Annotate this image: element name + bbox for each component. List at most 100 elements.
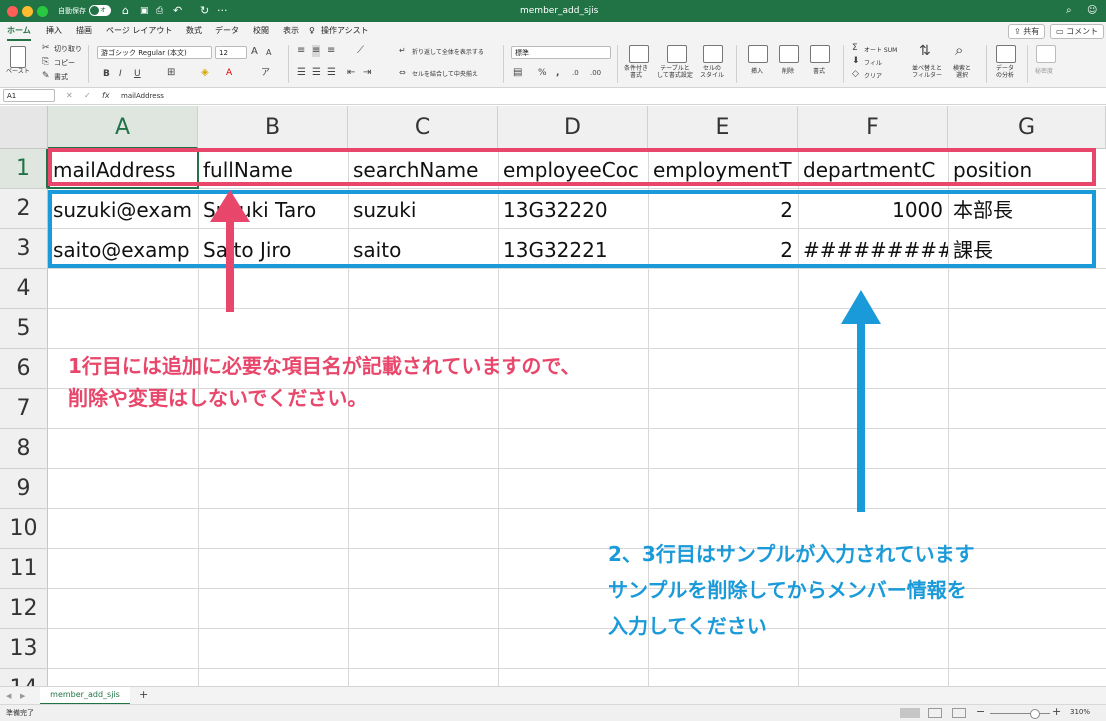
function-icon[interactable]: fx	[102, 90, 110, 102]
format-as-table-icon[interactable]	[667, 45, 687, 63]
format-cells-button[interactable]: 書式	[813, 68, 825, 75]
account-icon[interactable]: ☺	[1087, 3, 1097, 19]
format-painter-icon[interactable]: ✎	[42, 70, 50, 82]
analyze-data-button[interactable]: データ の分析	[996, 65, 1014, 79]
tab-insert[interactable]: 挿入	[46, 22, 62, 39]
align-bottom-icon[interactable]: ≡	[327, 45, 335, 57]
column-header-c[interactable]: C	[348, 106, 498, 149]
normal-view-button[interactable]	[900, 708, 920, 718]
tab-home[interactable]: ホーム	[7, 22, 31, 41]
find-select-icon[interactable]: ⌕	[955, 43, 963, 58]
column-header-d[interactable]: D	[498, 106, 648, 149]
decrease-indent-icon[interactable]: ⇤	[347, 67, 355, 79]
cell-styles-icon[interactable]	[703, 45, 723, 63]
delete-cells-icon[interactable]	[779, 45, 799, 63]
tab-draw[interactable]: 描画	[76, 22, 92, 39]
tab-data[interactable]: データ	[215, 22, 239, 39]
sensitivity-icon[interactable]	[1036, 45, 1056, 63]
sort-filter-icon[interactable]: ⇅	[919, 44, 931, 58]
zoom-window-button[interactable]	[37, 6, 48, 17]
comment-button[interactable]: ▭ コメント	[1050, 24, 1105, 39]
align-right-icon[interactable]: ☰	[327, 67, 336, 79]
column-header-a[interactable]: A	[48, 106, 198, 149]
column-header-e[interactable]: E	[648, 106, 798, 149]
delete-cells-button[interactable]: 削除	[782, 68, 794, 75]
conditional-format-icon[interactable]	[629, 45, 649, 63]
phonetic-icon[interactable]: ア	[261, 67, 270, 79]
row-header-6[interactable]: 6	[0, 349, 48, 389]
clear-button[interactable]: クリア	[864, 71, 882, 80]
column-header-g[interactable]: G	[948, 106, 1106, 149]
format-as-table-button[interactable]: テーブルと して書式設定	[657, 65, 693, 79]
bold-button[interactable]: B	[103, 68, 110, 80]
row-header-4[interactable]: 4	[0, 269, 48, 309]
format-painter-label[interactable]: 書式	[54, 72, 68, 82]
more-icon[interactable]: ···	[217, 3, 228, 19]
merge-center-button[interactable]: セルを結合して中央揃え	[412, 69, 478, 78]
zoom-slider[interactable]	[990, 713, 1050, 714]
row-header-13[interactable]: 13	[0, 629, 48, 669]
tell-me-search[interactable]: 操作アシスト	[321, 22, 369, 39]
font-color-icon[interactable]: A	[226, 67, 232, 79]
row-header-11[interactable]: 11	[0, 549, 48, 589]
cut-label[interactable]: 切り取り	[54, 44, 82, 54]
autosum-button[interactable]: オート SUM	[864, 45, 897, 54]
page-break-view-button[interactable]	[952, 708, 966, 718]
cut-icon[interactable]: ✂	[42, 42, 50, 54]
next-sheet-icon[interactable]: ▶	[20, 690, 25, 702]
tab-review[interactable]: 校閲	[253, 22, 269, 39]
search-icon[interactable]: ⌕	[1066, 3, 1072, 19]
sheet-tab-member-add-sjis[interactable]: member_add_sjis	[40, 687, 130, 705]
close-window-button[interactable]	[7, 6, 18, 17]
wrap-text-icon[interactable]: ↵	[399, 45, 406, 57]
format-cells-icon[interactable]	[810, 45, 830, 63]
cancel-icon[interactable]: ✕	[66, 90, 73, 102]
italic-button[interactable]: I	[119, 68, 122, 80]
select-all-corner[interactable]	[0, 106, 48, 149]
autosave-toggle[interactable]: オフ	[89, 5, 111, 25]
accounting-format-icon[interactable]: ▤	[513, 67, 522, 79]
fill-button[interactable]: フィル	[864, 58, 882, 67]
row-header-10[interactable]: 10	[0, 509, 48, 549]
zoom-out-button[interactable]: −	[976, 706, 985, 718]
comma-button[interactable]: ,	[556, 67, 559, 79]
enter-icon[interactable]: ✓	[84, 90, 91, 102]
tab-page-layout[interactable]: ページ レイアウト	[106, 22, 172, 39]
row-header-9[interactable]: 9	[0, 469, 48, 509]
minimize-window-button[interactable]	[22, 6, 33, 17]
clear-icon[interactable]: ◇	[852, 68, 859, 80]
find-select-button[interactable]: 検索と 選択	[953, 65, 971, 79]
conditional-format-button[interactable]: 条件付き 書式	[624, 65, 648, 79]
tab-formulas[interactable]: 数式	[186, 22, 202, 39]
row-header-1[interactable]: 1	[0, 149, 48, 189]
align-middle-icon[interactable]: ≡	[312, 45, 321, 57]
column-header-b[interactable]: B	[198, 106, 348, 149]
add-sheet-button[interactable]: +	[139, 689, 148, 701]
copy-label[interactable]: コピー	[54, 58, 75, 68]
zoom-level[interactable]: 310%	[1070, 708, 1090, 716]
copy-icon[interactable]: ⎘	[42, 56, 49, 68]
column-header-f[interactable]: F	[798, 106, 948, 149]
align-top-icon[interactable]: ≡	[297, 45, 305, 57]
orientation-icon[interactable]: ⟋	[357, 45, 364, 57]
name-box[interactable]: A1	[3, 89, 55, 102]
autosum-icon[interactable]: Σ	[852, 42, 858, 54]
insert-cells-icon[interactable]	[748, 45, 768, 63]
redo-icon[interactable]: ↻	[200, 3, 209, 19]
merge-center-icon[interactable]: ⇔	[399, 67, 406, 79]
percent-button[interactable]: %	[538, 67, 547, 79]
underline-button[interactable]: U	[134, 68, 141, 80]
row-header-14[interactable]: 14	[0, 669, 48, 686]
formula-input[interactable]: mailAddress	[121, 92, 164, 100]
fill-icon[interactable]: ⬇	[852, 55, 860, 67]
home-icon[interactable]: ⌂	[122, 3, 129, 19]
analyze-data-icon[interactable]	[996, 45, 1016, 63]
row-header-7[interactable]: 7	[0, 389, 48, 429]
row-header-12[interactable]: 12	[0, 589, 48, 629]
align-center-icon[interactable]: ☰	[312, 67, 321, 79]
number-format-select[interactable]: 標準	[511, 46, 611, 59]
wrap-text-button[interactable]: 折り返して全体を表示する	[412, 47, 484, 56]
undo-icon[interactable]: ↶	[173, 3, 182, 19]
page-layout-view-button[interactable]	[928, 708, 942, 718]
share-button[interactable]: ⇪ 共有	[1008, 24, 1046, 39]
